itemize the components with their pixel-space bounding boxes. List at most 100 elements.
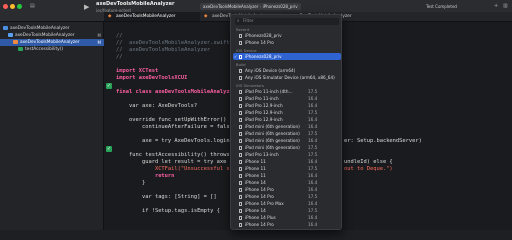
iphone-icon <box>239 215 242 220</box>
simulator-item[interactable]: iPhone 11 16.4 <box>233 172 341 179</box>
navigator-item-label: testAccessibility() <box>25 47 64 52</box>
destination-filter-input[interactable]: ⌕ Filter <box>235 18 339 25</box>
code-line: func testAccessibility() throws <box>116 152 230 158</box>
simulator-item[interactable]: iPhone 11 16.4 <box>233 158 341 165</box>
swift-file-icon <box>13 39 18 44</box>
simulator-os-version: 16.4 <box>308 173 318 178</box>
simulator-os-version: 16.4 <box>308 222 318 227</box>
simulator-os-version: 17.5 <box>308 166 318 171</box>
simulator-item[interactable]: iPad Pro 12.9-inch 16.4 <box>233 102 341 109</box>
code-line: continueAfterFailure = false <box>116 124 233 130</box>
project-navigator: axeDevToolsMobileAnalyzer axeDevToolsMob… <box>0 22 104 230</box>
modified-badge: M <box>97 33 101 38</box>
minimize-window-button[interactable] <box>10 4 15 9</box>
sidebar-toggle-icon[interactable]: ▤ <box>30 3 35 9</box>
code-line: var tags: [String] = [] <box>116 194 217 200</box>
simulator-name: iPhone 11 <box>245 173 266 178</box>
destination-item[interactable]: iPhonezs028_priv <box>233 32 341 39</box>
destination-name: Any iOS Simulator Device (arm64, x86_64) <box>245 75 335 80</box>
code-line: XCTFail("Unsuccessful s <box>116 166 230 172</box>
simulator-item[interactable]: iPhone 14 Plus 16.4 <box>233 214 341 221</box>
simulator-os-version: 17.5 <box>308 152 318 157</box>
navigator-item-swift-file[interactable]: axeDevToolsMobileAnalyzer M <box>0 39 104 46</box>
filter-placeholder: Filter <box>243 19 254 24</box>
simulator-name: iPad Pro 11-inch (4th... <box>245 89 293 94</box>
navigator-item-test-method[interactable]: testAccessibility() <box>0 46 104 53</box>
simulator-item[interactable]: iPhone 14 17.5 <box>233 207 341 214</box>
simulator-item[interactable]: iPad Pro 13-inch 17.5 <box>233 151 341 158</box>
simulator-name: iPhone 11 <box>245 166 266 171</box>
simulator-item[interactable]: iPhone 14 Pro 16.4 <box>233 186 341 193</box>
zoom-window-button[interactable] <box>17 4 22 9</box>
destination-item[interactable]: Any iOS Simulator Device (arm64, x86_64) <box>233 74 341 81</box>
simulator-name: iPhone 14 Pro <box>245 187 274 192</box>
simulator-name: iPad mini (6th generation) <box>245 145 300 150</box>
tab-label: axeDevToolsMobileAnalyzer <box>116 14 176 19</box>
code-line: override func setUpWithError() <box>116 117 227 123</box>
scheme-label: axeDevToolsMobileAnalyzer <box>203 4 259 9</box>
simulator-name: iPhone 14 Pro <box>245 194 274 199</box>
simulator-name: iPad mini (6th generation) <box>245 138 300 143</box>
simulator-item[interactable]: iPhone 14 Pro 16.4 <box>233 221 341 228</box>
iphone-icon <box>239 40 242 45</box>
device-icon <box>239 68 242 73</box>
navigator-item-label: axeDevToolsMobileAnalyzer <box>10 26 70 31</box>
destination-item-selected[interactable]: ✓ iPhonezs028_priv <box>233 53 341 60</box>
simulator-item[interactable]: iPad mini (6th generation) 16.4 <box>233 137 341 144</box>
ipad-icon <box>239 124 242 129</box>
simulator-item[interactable]: iPad Pro 11-inch (4th... 17.5 <box>233 88 341 95</box>
simulator-os-version: 17.5 <box>308 131 318 136</box>
close-window-button[interactable] <box>3 4 8 9</box>
search-icon: ⌕ <box>237 19 240 24</box>
simulator-name: iPad Pro 12.9-inch <box>245 117 283 122</box>
simulator-item[interactable]: iPhone 11 17.5 <box>233 165 341 172</box>
simulator-os-version: 17.5 <box>308 89 318 94</box>
inspector-toggle-icon[interactable]: ▥ <box>503 3 508 9</box>
ipad-icon <box>239 145 242 150</box>
test-class-diamond-icon[interactable]: ✓ <box>106 83 112 89</box>
code-line-tail: out to Deque.") <box>344 166 393 172</box>
simulator-name: iPhone 14 <box>245 208 266 213</box>
destination-name: Any iOS Device (arm64) <box>245 68 296 73</box>
test-method-diamond-icon[interactable]: ✓ <box>106 146 112 152</box>
simulator-os-version: 17.5 <box>308 110 318 115</box>
simulator-item[interactable]: iPad Pro 11-inch 16.4 <box>233 95 341 102</box>
code-line: import axeDevToolsXCUI <box>116 75 188 81</box>
simulator-item[interactable]: iPad Pro 12.9-inch 16.4 <box>233 116 341 123</box>
iphone-icon <box>239 208 242 213</box>
simulator-name: iPhone 14 <box>245 180 266 185</box>
simulator-item[interactable]: iPhone 14 Pro Max 16.4 <box>233 200 341 207</box>
code-line: final class axeDevToolsMobileAnalyzer <box>116 89 237 95</box>
simulator-item[interactable]: iPhone 14 Pro 17.5 <box>233 193 341 200</box>
iphone-icon <box>239 187 242 192</box>
simulator-item[interactable]: iPad mini (6th generation) 17.5 <box>233 144 341 151</box>
add-icon[interactable]: + <box>494 3 498 9</box>
code-line: } <box>116 180 146 186</box>
code-line: // axeDevToolsMobileAnalyzer.swift <box>116 40 230 46</box>
navigator-item-project[interactable]: axeDevToolsMobileAnalyzer <box>0 25 104 32</box>
iphone-icon <box>239 180 242 185</box>
destination-item[interactable]: Any iOS Device (arm64) <box>233 67 341 74</box>
simulator-item[interactable]: iPad mini (6th generation) 16.4 <box>233 123 341 130</box>
device-icon <box>239 75 242 80</box>
navigator-item-folder[interactable]: axeDevToolsMobileAnalyzer M <box>0 32 104 39</box>
checkmark-icon: ✓ <box>234 54 238 59</box>
destination-item[interactable]: iPhone 14 Pro <box>233 39 341 46</box>
simulator-item[interactable]: iPhone 14 16.4 <box>233 179 341 186</box>
tab-editor-1[interactable]: ◆ axeDevToolsMobileAnalyzer <box>104 12 200 21</box>
simulator-item[interactable]: iPad Pro 12.9-inch 17.5 <box>233 109 341 116</box>
code-line: import XCTest <box>116 68 159 74</box>
iphone-icon <box>239 222 242 227</box>
code-line-tail: er: Setup.backendServer) <box>344 138 422 144</box>
build-status: Test Completed <box>426 4 457 9</box>
scheme-selector[interactable]: axeDevToolsMobileAnalyzer › iPhonezs028_… <box>200 3 301 10</box>
ipad-icon <box>239 96 242 101</box>
simulator-name: iPad Pro 13-inch <box>245 152 279 157</box>
simulator-name: iPhone 14 Pro <box>245 222 274 227</box>
run-icon[interactable]: ▶ <box>84 3 89 11</box>
iphone-icon <box>239 166 242 171</box>
simulator-os-version: 16.4 <box>308 215 318 220</box>
ipad-icon <box>239 131 242 136</box>
simulator-name: iPad mini (6th generation) <box>245 131 300 136</box>
simulator-item[interactable]: iPad mini (6th generation) 17.5 <box>233 130 341 137</box>
